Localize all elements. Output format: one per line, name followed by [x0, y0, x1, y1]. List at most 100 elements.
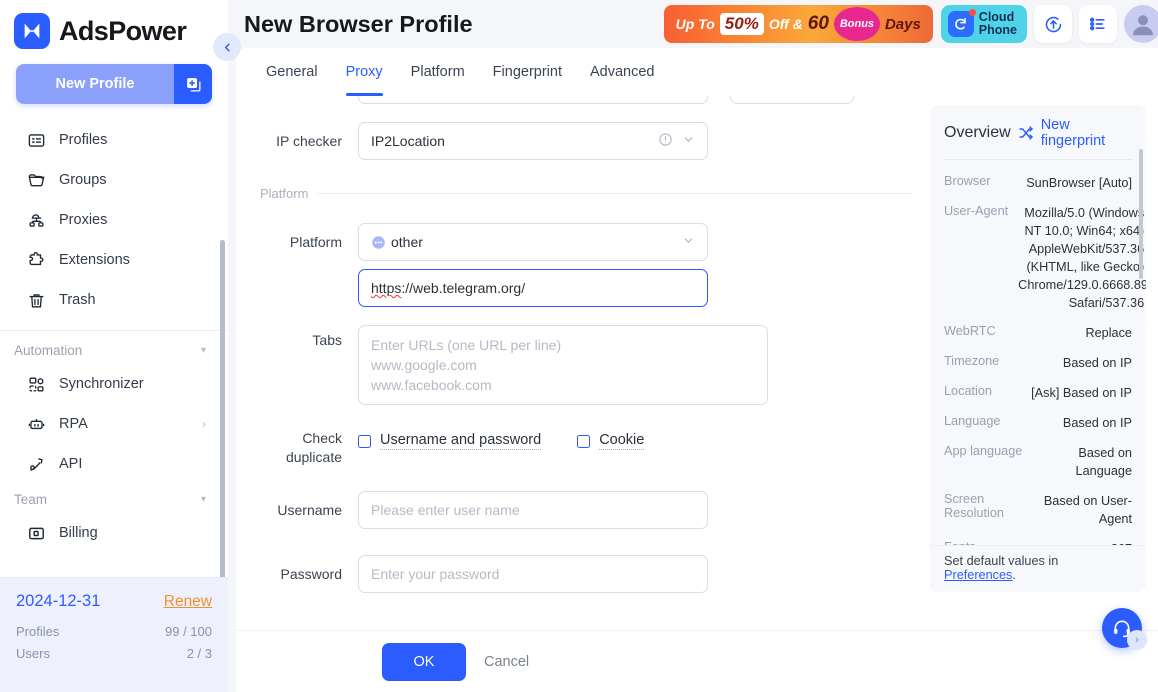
- sidebar-item-label: RPA: [59, 416, 88, 432]
- checkbox-box-icon[interactable]: [358, 434, 371, 448]
- sidebar-item-proxies[interactable]: Proxies: [0, 200, 228, 240]
- tab-platform[interactable]: Platform: [397, 49, 479, 96]
- tab-proxy[interactable]: Proxy: [332, 49, 397, 96]
- overview-key: WebRTC: [944, 324, 996, 338]
- sidebar-item-profiles[interactable]: Profiles: [0, 120, 228, 160]
- overview-footer-prefix: Set default values in: [944, 554, 1059, 568]
- topbar: New Browser Profile Up To 50% Off & 60 B…: [228, 0, 1158, 48]
- tab-general[interactable]: General: [252, 49, 332, 96]
- sidebar-item-synchronizer[interactable]: Synchronizer: [0, 364, 228, 404]
- partial-input[interactable]: [358, 96, 708, 104]
- sidebar-item-groups[interactable]: Groups: [0, 160, 228, 200]
- platform-value: other: [391, 234, 423, 250]
- platform-url-value: https://web.telegram.org/: [371, 280, 525, 296]
- overview-row-timezone: Timezone Based on IP: [944, 348, 1132, 378]
- sidebar-item-billing[interactable]: Billing: [0, 513, 228, 553]
- sidebar-group-automation[interactable]: Automation ▾: [0, 335, 228, 364]
- profiles-icon: [26, 130, 46, 150]
- tab-advanced[interactable]: Advanced: [576, 49, 669, 96]
- overview-footer: Set default values in Preferences.: [930, 545, 1146, 592]
- chevron-down-icon[interactable]: [682, 234, 695, 250]
- folder-icon: [26, 170, 46, 190]
- ip-checker-select[interactable]: IP2Location: [358, 122, 708, 160]
- add-profile-icon[interactable]: [174, 64, 212, 104]
- user-avatar-icon[interactable]: [1124, 5, 1158, 43]
- sidebar-collapse-button[interactable]: [213, 33, 241, 61]
- cloud-phone-button[interactable]: Cloud Phone: [940, 5, 1027, 43]
- page-title: New Browser Profile: [244, 10, 473, 37]
- plan-row-key: Users: [16, 646, 50, 661]
- promo-percent: 50%: [719, 13, 764, 35]
- cloud-phone-line1: Cloud: [978, 10, 1015, 24]
- overview-scrollbar[interactable]: [1139, 149, 1143, 279]
- overview-footer-suffix: .: [1012, 568, 1016, 582]
- sidebar-item-label: Profiles: [59, 132, 108, 148]
- partial-side-input[interactable]: [730, 96, 854, 104]
- form-and-overview: IP checker IP2Location Platform Platform…: [236, 96, 1158, 630]
- overview-value: Based on User-Agent: [1043, 494, 1132, 526]
- brand: AdsPower: [0, 0, 228, 58]
- row-platform: Platform other https://web.telegram.org/: [244, 223, 930, 307]
- username-ctrl: Please enter user name: [358, 491, 708, 529]
- synchronizer-icon: [26, 374, 46, 394]
- section-platform-label: Platform: [260, 186, 309, 201]
- username-placeholder: Please enter user name: [371, 502, 520, 518]
- shuffle-icon[interactable]: [1018, 125, 1034, 141]
- preferences-link[interactable]: Preferences: [944, 568, 1012, 582]
- checkbox-cookie[interactable]: Cookie: [577, 432, 645, 450]
- section-platform-title: Platform: [260, 186, 912, 201]
- sidebar-item-rpa[interactable]: RPA ›: [0, 404, 228, 444]
- ok-button[interactable]: OK: [382, 642, 466, 681]
- plan-row-value: 99 / 100: [165, 624, 212, 639]
- overview-inner: Overview New fingerprint Browser SunBrow…: [930, 105, 1146, 592]
- sidebar-divider: [0, 330, 228, 331]
- sidebar-scrollbar[interactable]: [220, 240, 225, 577]
- section-platform: Platform: [260, 186, 912, 201]
- row-ip-checker: IP checker IP2Location: [244, 122, 930, 160]
- tabs-placeholder-line2: www.google.com: [371, 357, 477, 373]
- new-fingerprint-link[interactable]: New fingerprint: [1041, 117, 1132, 149]
- sidebar-nav: Profiles Groups Proxies Extensions Trash…: [0, 118, 228, 577]
- profile-card: General Proxy Platform Fingerprint Advan…: [236, 48, 1158, 692]
- sidebar-item-api[interactable]: API: [0, 444, 228, 484]
- row-partial-top: [244, 96, 930, 104]
- tabs-textarea[interactable]: Enter URLs (one URL per line) www.google…: [358, 325, 768, 405]
- ip-checker-ctrl: IP2Location: [358, 122, 708, 160]
- checkbox-username-password[interactable]: Username and password: [358, 432, 542, 450]
- plan-expiry-date: 2024-12-31: [16, 592, 101, 610]
- username-input[interactable]: Please enter user name: [358, 491, 708, 529]
- sidebar-item-label: Groups: [59, 172, 107, 188]
- chevron-down-icon[interactable]: [682, 133, 695, 149]
- sidebar-item-extensions[interactable]: Extensions: [0, 240, 228, 280]
- overview-title: Overview: [944, 124, 1011, 141]
- checklist-icon[interactable]: [1079, 5, 1117, 43]
- sidebar-group-team[interactable]: Team ▾: [0, 484, 228, 513]
- promo-banner[interactable]: Up To 50% Off & 60 Bonus Days: [663, 5, 933, 43]
- sidebar-item-label: Extensions: [59, 252, 130, 268]
- arrow-right-icon[interactable]: ›: [1127, 630, 1147, 650]
- overview-row-browser: Browser SunBrowser [Auto]: [944, 168, 1132, 198]
- sidebar-item-trash[interactable]: Trash: [0, 280, 228, 320]
- support-fab-button[interactable]: ›: [1102, 608, 1147, 650]
- overview-header: Overview New fingerprint: [944, 117, 1132, 149]
- tabs-placeholder-line3: www.facebook.com: [371, 377, 492, 393]
- platform-select[interactable]: other: [358, 223, 708, 261]
- sidebar-item-label: API: [59, 456, 83, 472]
- password-input[interactable]: Enter your password: [358, 555, 708, 593]
- renew-link[interactable]: Renew: [164, 593, 212, 611]
- platform-icons: [682, 234, 695, 250]
- overview-value: Based on IP: [1062, 356, 1132, 370]
- overview-row-location: Location [Ask] Based on IP: [944, 378, 1132, 408]
- new-profile-button[interactable]: New Profile: [16, 64, 174, 104]
- main-region: New Browser Profile Up To 50% Off & 60 B…: [228, 0, 1158, 692]
- chevron-right-icon: ›: [202, 417, 206, 431]
- platform-url-input[interactable]: https://web.telegram.org/: [358, 269, 708, 307]
- check-duplicate-options: Username and password Cookie: [358, 423, 645, 450]
- cancel-button[interactable]: Cancel: [484, 654, 529, 670]
- tab-fingerprint[interactable]: Fingerprint: [479, 49, 576, 96]
- sync-upload-icon[interactable]: [1034, 5, 1072, 43]
- exclamation-circle-icon[interactable]: [658, 132, 673, 150]
- overview-key: Screen Resolution: [944, 492, 1004, 520]
- dialog-footer: OK Cancel: [236, 630, 1158, 692]
- checkbox-box-icon[interactable]: [577, 434, 591, 448]
